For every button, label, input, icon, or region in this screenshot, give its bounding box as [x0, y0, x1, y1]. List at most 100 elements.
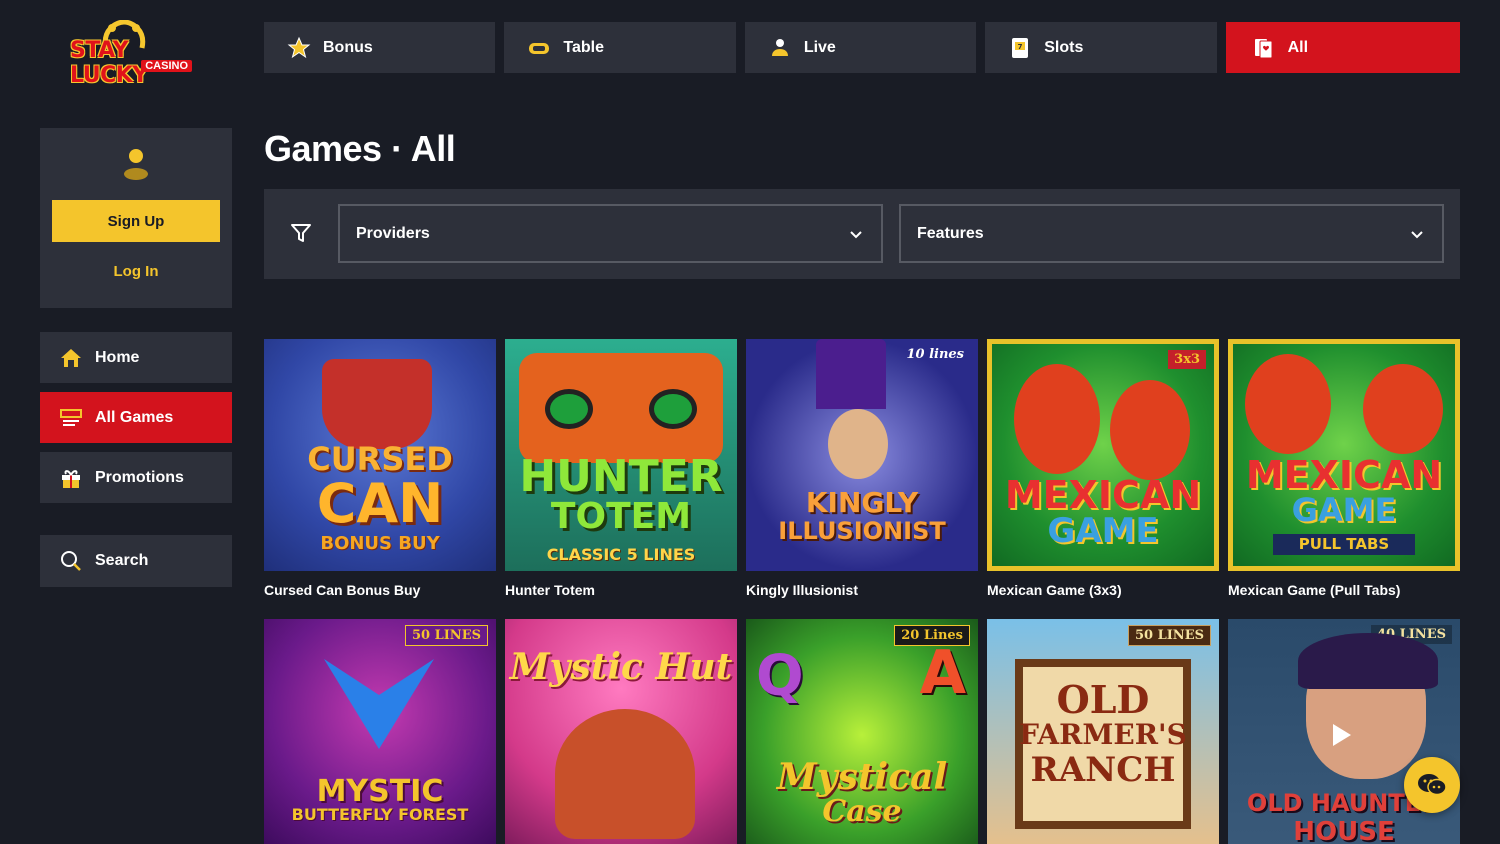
- game-art-title: MYSTIC: [316, 774, 444, 809]
- butterfly-art: [324, 659, 434, 749]
- sidebar-search[interactable]: Search: [40, 535, 232, 587]
- game-art-title: Case: [822, 794, 902, 829]
- sidebar-item-home[interactable]: Home: [40, 332, 232, 383]
- tab-label: Bonus: [323, 38, 373, 56]
- tab-live[interactable]: Live: [744, 22, 977, 73]
- cards-icon: [1252, 36, 1276, 60]
- game-title[interactable]: Cursed Can Bonus Buy: [264, 582, 496, 598]
- game-art-subtitle: BUTTERFLY FOREST: [291, 805, 469, 824]
- tab-bonus[interactable]: Bonus: [264, 22, 496, 73]
- category-tabs: Bonus Table Live 7 Slots All: [264, 22, 1461, 73]
- game-card[interactable]: 10 lines KINGLY ILLUSIONIST Kingly Illus…: [746, 339, 978, 598]
- features-dropdown[interactable]: Features: [899, 204, 1444, 263]
- user-card: Sign Up Log In: [40, 128, 232, 308]
- maraca-right-art: [1110, 380, 1190, 480]
- game-art-title: Mystic Hut: [509, 646, 733, 688]
- svg-text:7: 7: [1018, 43, 1023, 51]
- game-art-title: CAN: [316, 472, 444, 535]
- live-chat-button[interactable]: [1404, 757, 1460, 813]
- log-in-link[interactable]: Log In: [52, 256, 220, 286]
- game-art-title: GAME: [1047, 511, 1159, 551]
- games-icon: [60, 407, 82, 429]
- tab-table[interactable]: Table: [504, 22, 736, 73]
- game-thumbnail[interactable]: HUNTER TOTEM CLASSIC 5 LINES: [505, 339, 737, 571]
- maraca-left-art: [1245, 354, 1331, 454]
- chat-icon: [1418, 774, 1447, 796]
- game-thumbnail[interactable]: 20 Lines Q A Mystical Case: [746, 619, 978, 844]
- game-card[interactable]: Mystic Hut: [505, 619, 737, 844]
- tab-label: All: [1287, 38, 1309, 56]
- sidebar-item-promotions[interactable]: Promotions: [40, 452, 232, 503]
- game-art-title: FARMER'S: [1019, 718, 1187, 751]
- game-thumbnail[interactable]: CURSED CAN BONUS BUY: [264, 339, 496, 571]
- sidebar-nav: Home All Games Promotions: [40, 332, 232, 512]
- game-thumbnail[interactable]: Mystic Hut: [505, 619, 737, 844]
- search-icon: [60, 550, 82, 572]
- game-card[interactable]: 50 LINES MYSTIC BUTTERFLY FOREST: [264, 619, 496, 844]
- lines-badge: 3x3: [1168, 350, 1206, 369]
- game-thumbnail[interactable]: 50 LINES MYSTIC BUTTERFLY FOREST: [264, 619, 496, 844]
- game-title[interactable]: Hunter Totem: [505, 582, 737, 598]
- play-icon[interactable]: [1324, 719, 1356, 751]
- maraca-left-art: [1014, 364, 1100, 474]
- game-art-title: Mystical: [776, 756, 948, 798]
- sidebar-item-label: All Games: [95, 408, 174, 426]
- tab-all[interactable]: All: [1225, 22, 1461, 73]
- game-title[interactable]: Mexican Game (Pull Tabs): [1228, 582, 1460, 598]
- tab-label: Live: [803, 38, 836, 56]
- game-art-subtitle: CLASSIC 5 LINES: [546, 545, 696, 564]
- magician-hat-art: [816, 339, 886, 409]
- brand-sub: CASINO: [141, 60, 192, 72]
- game-thumbnail[interactable]: 50 LINES OLD FARMER'S RANCH: [987, 619, 1219, 844]
- game-title[interactable]: Mexican Game (3x3): [987, 582, 1219, 598]
- page-title: Games · All: [264, 128, 456, 169]
- chevron-down-icon: [1411, 231, 1423, 239]
- tab-slots[interactable]: 7 Slots: [985, 22, 1217, 73]
- game-art-title: HOUSE: [1293, 817, 1395, 844]
- game-art-title: RANCH: [1030, 750, 1176, 790]
- game-card[interactable]: 3x3 MEXICAN GAME Mexican Game (3x3): [987, 339, 1219, 598]
- dealer-icon: [768, 36, 792, 60]
- totem-eye-right: [649, 389, 697, 429]
- sidebar-item-all-games[interactable]: All Games: [40, 392, 232, 443]
- tab-label: Slots: [1044, 38, 1084, 56]
- lines-badge: 50 LINES: [404, 625, 488, 646]
- game-art-subtitle: PULL TABS: [1273, 534, 1415, 555]
- providers-dropdown[interactable]: Providers: [338, 204, 883, 263]
- magician-face-art: [828, 409, 888, 479]
- sign-up-button[interactable]: Sign Up: [52, 200, 220, 242]
- lines-badge: 10 lines: [906, 347, 964, 362]
- game-card[interactable]: MEXICAN GAME PULL TABS Mexican Game (Pul…: [1228, 339, 1460, 598]
- filter-icon[interactable]: [290, 222, 312, 244]
- gift-icon: [60, 467, 82, 489]
- game-thumbnail[interactable]: MEXICAN GAME PULL TABS: [1228, 339, 1460, 571]
- tab-label: Table: [563, 38, 605, 56]
- user-icon: [124, 149, 148, 180]
- features-label: Features: [917, 224, 984, 242]
- watering-can-art: [322, 359, 432, 449]
- hut-art: [555, 709, 695, 839]
- game-card[interactable]: CURSED CAN BONUS BUY Cursed Can Bonus Bu…: [264, 339, 496, 598]
- letters-art: A: [919, 638, 966, 708]
- home-icon: [60, 347, 82, 369]
- game-card[interactable]: 50 LINES OLD FARMER'S RANCH: [987, 619, 1219, 844]
- game-art-title: TOTEM: [550, 496, 692, 537]
- chip-icon: [527, 36, 551, 60]
- game-card[interactable]: 20 Lines Q A Mystical Case: [746, 619, 978, 844]
- game-art-title: KINGLY: [805, 486, 919, 519]
- star-icon: [287, 36, 311, 60]
- game-art-title: OLD: [1056, 677, 1150, 722]
- totem-eye-left: [545, 389, 593, 429]
- sidebar-item-label: Promotions: [95, 468, 184, 486]
- lines-badge: 50 LINES: [1127, 625, 1211, 646]
- game-title[interactable]: Kingly Illusionist: [746, 582, 978, 598]
- site-logo[interactable]: STAY LUCKY CASINO: [66, 20, 206, 88]
- game-thumbnail[interactable]: 3x3 MEXICAN GAME: [987, 339, 1219, 571]
- game-thumbnail[interactable]: 10 lines KINGLY ILLUSIONIST: [746, 339, 978, 571]
- game-art-title: MEXICAN: [1245, 453, 1443, 497]
- providers-label: Providers: [356, 224, 430, 242]
- game-art-subtitle: BONUS BUY: [320, 533, 440, 554]
- game-card[interactable]: HUNTER TOTEM CLASSIC 5 LINES Hunter Tote…: [505, 339, 737, 598]
- filter-bar: Providers Features: [264, 189, 1460, 279]
- game-art-title: MEXICAN: [1004, 473, 1202, 517]
